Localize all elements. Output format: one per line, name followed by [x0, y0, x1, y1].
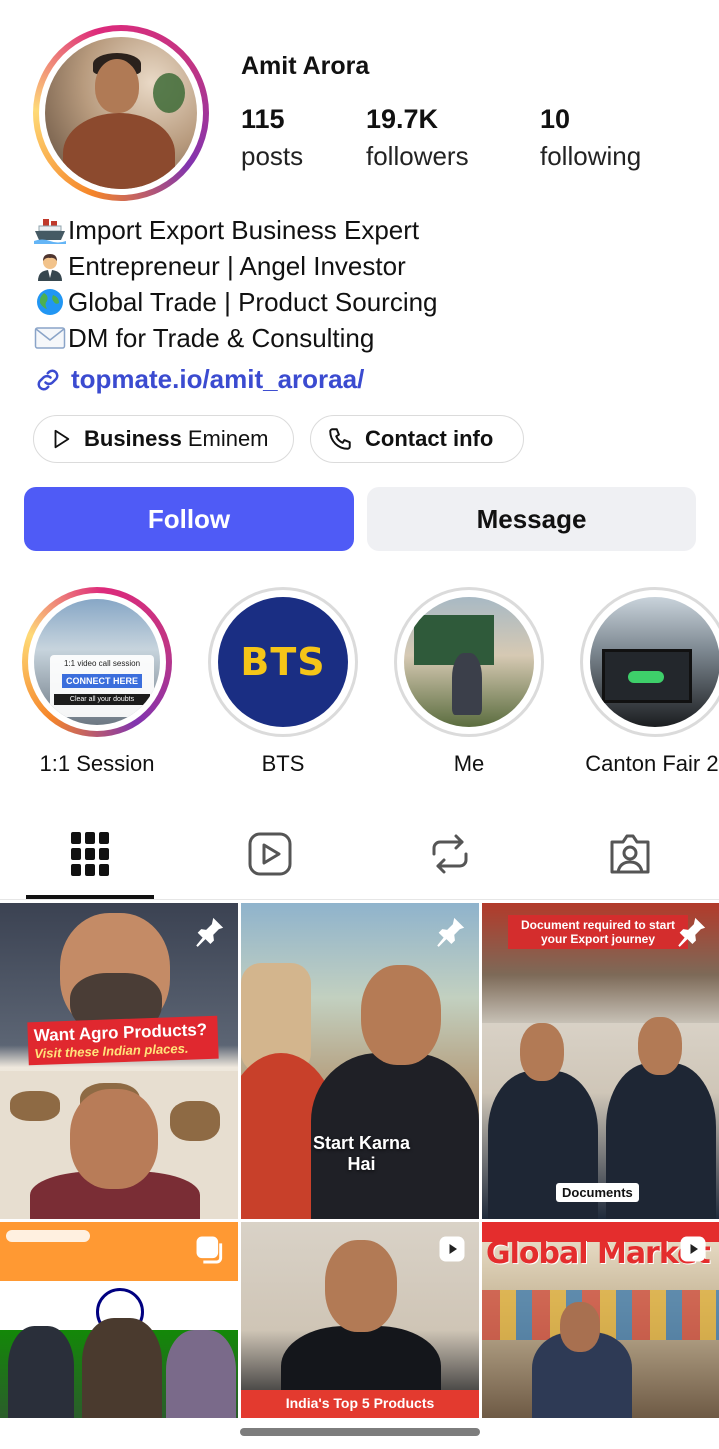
business-chip-text: Eminem	[187, 426, 269, 451]
business-chip-bold: Business	[84, 426, 182, 451]
post-banner: Want Agro Products? Visit these Indian p…	[27, 1015, 219, 1066]
contact-info-label: Contact info	[365, 426, 494, 451]
tab-reposts[interactable]	[360, 808, 540, 900]
followers-count: 19.7K	[366, 104, 439, 134]
session-card-cta: CONNECT HERE	[61, 674, 142, 688]
message-button[interactable]: Message	[367, 487, 696, 551]
followers-stat[interactable]: 19.7K followers	[366, 104, 469, 172]
posts-count: 115	[241, 104, 285, 134]
bio-line: DM for Trade & Consulting	[33, 320, 438, 356]
session-card-title: 1:1 video call session	[63, 659, 141, 668]
posts-label: posts	[241, 141, 304, 171]
session-card-sub: Clear all your doubts	[54, 694, 150, 705]
post-caption: India's Top 5 Products	[285, 1395, 435, 1411]
tab-posts[interactable]	[0, 808, 180, 900]
following-label: following	[540, 141, 642, 171]
post-caption: Document required to start your Export j…	[508, 915, 688, 949]
tagged-icon	[610, 834, 650, 874]
profile-link[interactable]: topmate.io/amit_aroraa/	[33, 364, 364, 395]
highlight-canton-thumbnail	[590, 597, 719, 727]
post-caption: Start Karna Hai	[313, 1133, 411, 1174]
businessman-emoji-icon	[33, 251, 67, 281]
following-stat[interactable]: 10 following	[540, 104, 641, 172]
highlight-label: BTS	[261, 751, 305, 776]
highlight-bts-thumbnail: BTS	[218, 597, 348, 727]
contact-info-chip[interactable]: Contact info	[310, 415, 524, 463]
profile-name: Amit Arora	[241, 52, 370, 80]
envelope-emoji-icon	[33, 323, 67, 353]
post-tag: Documents	[556, 1183, 639, 1202]
globe-emoji-icon	[33, 287, 67, 317]
reels-icon	[248, 832, 292, 876]
reel-icon	[439, 1236, 465, 1262]
reel-icon	[680, 1236, 706, 1262]
repost-icon	[432, 834, 468, 874]
bio-text: DM for Trade & Consulting	[68, 323, 375, 353]
bio-line: Entrepreneur | Angel Investor	[33, 248, 438, 284]
follow-button[interactable]: Follow	[24, 487, 354, 551]
pin-icon	[678, 917, 706, 947]
highlight-session[interactable]: 1:1 video call session CONNECT HERE Clea…	[22, 587, 172, 777]
bio-text: Import Export Business Expert	[68, 215, 420, 245]
profile-link-text: topmate.io/amit_aroraa/	[71, 364, 365, 394]
play-outline-icon	[54, 429, 70, 449]
bts-logo: BTS	[240, 640, 326, 684]
post-caption: Global Market	[486, 1236, 711, 1271]
bio-line: Global Trade | Product Sourcing	[33, 284, 438, 320]
link-icon	[37, 369, 59, 390]
grid-icon	[71, 832, 109, 876]
home-indicator[interactable]	[240, 1428, 480, 1436]
profile-tabs	[0, 808, 719, 900]
following-count: 10	[540, 104, 571, 134]
highlight-bts[interactable]: BTS BTS	[208, 587, 358, 777]
grid-post[interactable]: Start Karna Hai	[241, 903, 479, 1219]
carousel-icon	[196, 1236, 223, 1264]
posts-stat[interactable]: 115 posts	[241, 104, 303, 172]
highlight-canton-fair[interactable]: Canton Fair 2.	[580, 587, 719, 777]
grid-post[interactable]: India's Top 5 Products	[241, 1222, 479, 1418]
pin-icon	[437, 917, 465, 947]
highlight-me[interactable]: Me	[394, 587, 544, 777]
highlight-me-thumbnail	[404, 597, 534, 727]
profile-avatar-ring[interactable]	[33, 25, 209, 201]
bio-line: Import Export Business Expert	[33, 212, 438, 248]
grid-post[interactable]: Global Market	[482, 1222, 719, 1418]
business-chip[interactable]: Business Eminem	[33, 415, 294, 463]
grid-post[interactable]: Want Agro Products? Visit these Indian p…	[0, 903, 238, 1219]
followers-label: followers	[366, 141, 469, 171]
grid-post[interactable]	[0, 1222, 238, 1418]
pin-icon	[196, 917, 224, 947]
highlight-label: 1:1 Session	[39, 751, 155, 776]
ship-emoji-icon	[33, 215, 67, 245]
phone-icon	[329, 428, 351, 450]
bio-text: Entrepreneur | Angel Investor	[68, 251, 406, 281]
grid-post[interactable]: Document required to start your Export j…	[482, 903, 719, 1219]
profile-avatar[interactable]	[45, 37, 197, 189]
tab-tagged[interactable]	[540, 808, 719, 900]
bio-text: Global Trade | Product Sourcing	[68, 287, 438, 317]
highlight-session-thumbnail: 1:1 video call session CONNECT HERE Clea…	[34, 599, 160, 725]
active-tab-indicator	[26, 895, 154, 899]
tab-reels[interactable]	[180, 808, 360, 900]
highlight-label: Me	[453, 751, 485, 776]
profile-bio: Import Export Business Expert Entreprene…	[33, 212, 438, 356]
highlight-label: Canton Fair 2.	[585, 751, 719, 776]
